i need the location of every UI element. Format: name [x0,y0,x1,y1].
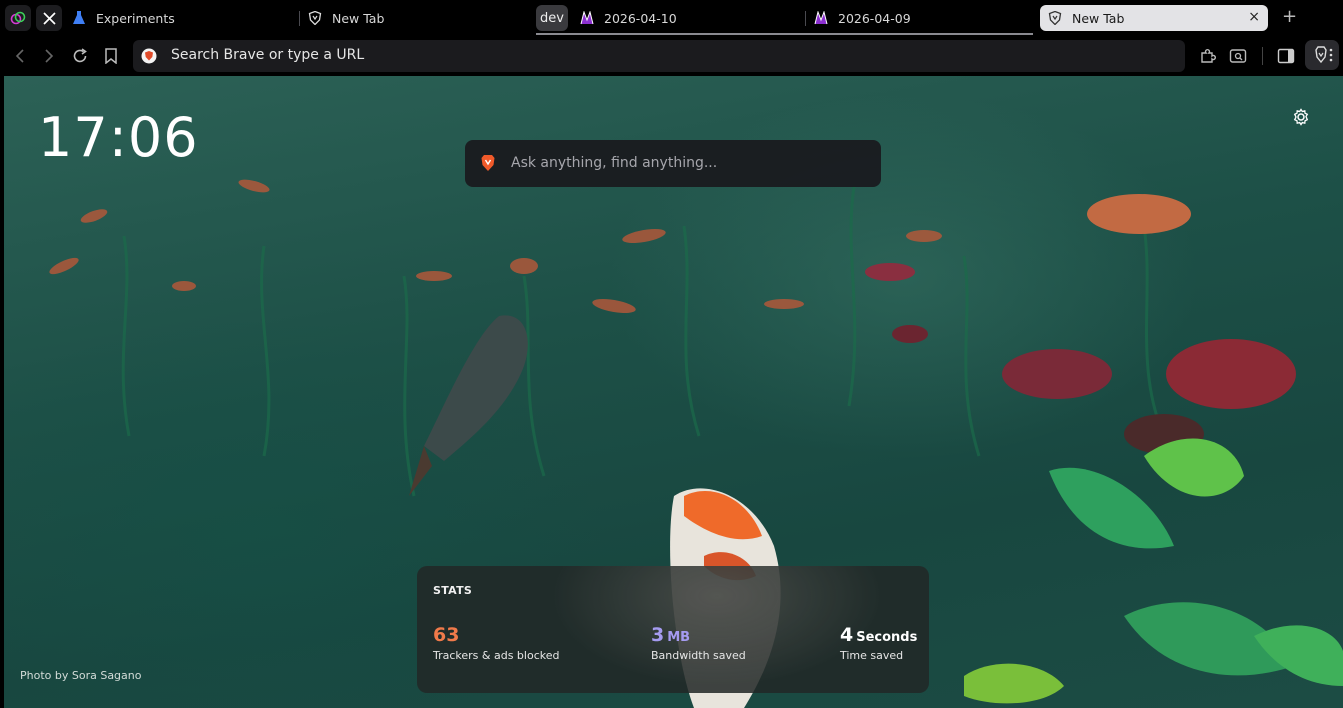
tab-new-tab-active[interactable]: New Tab × [1040,5,1268,31]
sidebar-icon [1277,48,1295,64]
app-icon [10,11,26,25]
search-placeholder: Ask anything, find anything... [511,155,718,171]
brave-shield-icon [308,11,322,25]
tab-2026-04-09[interactable]: 2026-04-09 [814,5,1029,31]
stats-widget: STATS 63 Trackers & ads blocked 3 MB Band… [417,566,929,693]
stat-trackers: 63 Trackers & ads blocked [433,624,559,662]
tab-group-dev[interactable]: dev [536,5,568,31]
tab-label: New Tab [332,10,385,26]
flask-icon [72,11,86,25]
tab-new-tab[interactable]: New Tab [308,5,528,31]
trackers-count: 63 [433,624,460,646]
tab-experiments[interactable]: Experiments [72,5,292,31]
tab-separator [299,11,300,26]
clock: 17:06 [38,106,199,169]
wallet-icon [1229,49,1247,63]
site-info-icon [141,48,157,64]
bandwidth-label: Bandwidth saved [651,649,746,662]
time-unit: Seconds [856,630,918,645]
page-favicon-icon [580,11,594,25]
bookmark-button[interactable] [101,46,121,66]
bandwidth-value: 3 [651,624,665,646]
tab-separator [805,11,806,26]
brave-shield-icon [1048,11,1062,25]
reload-icon [73,48,87,63]
address-bar[interactable]: Search Brave or type a URL [133,40,1185,72]
tab-label: 2026-04-10 [604,10,677,26]
photo-credit[interactable]: Photo by Sora Sagano [20,669,141,682]
toolbar-separator [1262,47,1263,65]
extensions-button[interactable] [1198,46,1218,66]
tab-label: New Tab [1072,10,1125,26]
search-box[interactable]: Ask anything, find anything... [465,140,881,187]
trackers-label: Trackers & ads blocked [433,649,560,662]
pinned-tab-x[interactable] [36,5,62,31]
sidebar-button[interactable] [1276,46,1296,66]
stats-title: STATS [433,584,473,597]
brave-logo-icon [479,154,497,172]
tab-label: 2026-04-09 [838,10,911,26]
toolbar: Search Brave or type a URL [0,36,1343,76]
tab-strip: Experiments New Tab dev 2026-04-10 2026-… [0,0,1343,36]
customize-settings-button[interactable] [1291,107,1311,127]
back-button[interactable] [10,46,30,66]
chevron-left-icon [15,49,24,63]
pinned-tab-app[interactable] [5,5,31,31]
address-placeholder: Search Brave or type a URL [171,47,365,63]
wallet-button[interactable] [1228,46,1248,66]
new-tab-button[interactable]: + [1282,8,1297,26]
x-logo-icon [42,11,56,25]
time-label: Time saved [840,649,904,662]
tab-2026-04-10[interactable]: 2026-04-10 [580,5,800,31]
brave-menu-button[interactable] [1305,40,1339,70]
tab-group-label: dev [540,10,564,26]
gear-icon [1293,108,1309,126]
bandwidth-unit: MB [667,630,691,645]
close-tab-button[interactable]: × [1248,9,1260,25]
forward-button[interactable] [39,46,59,66]
chevron-right-icon [45,49,54,63]
tab-group-underline [536,33,1033,35]
time-value: 4 [840,624,854,646]
stat-bandwidth: 3 MB Bandwidth saved [651,624,746,662]
fish-dark [409,315,528,496]
new-tab-page: 17:06 Ask anything, find anything... Pho… [4,76,1343,708]
reload-button[interactable] [70,46,90,66]
page-favicon-icon [814,11,828,25]
tab-label: Experiments [96,10,175,26]
brave-lion-menu-icon [1315,46,1333,64]
stat-time: 4 Seconds Time saved [840,624,917,662]
puzzle-icon [1201,49,1216,63]
bookmark-icon [105,48,117,64]
